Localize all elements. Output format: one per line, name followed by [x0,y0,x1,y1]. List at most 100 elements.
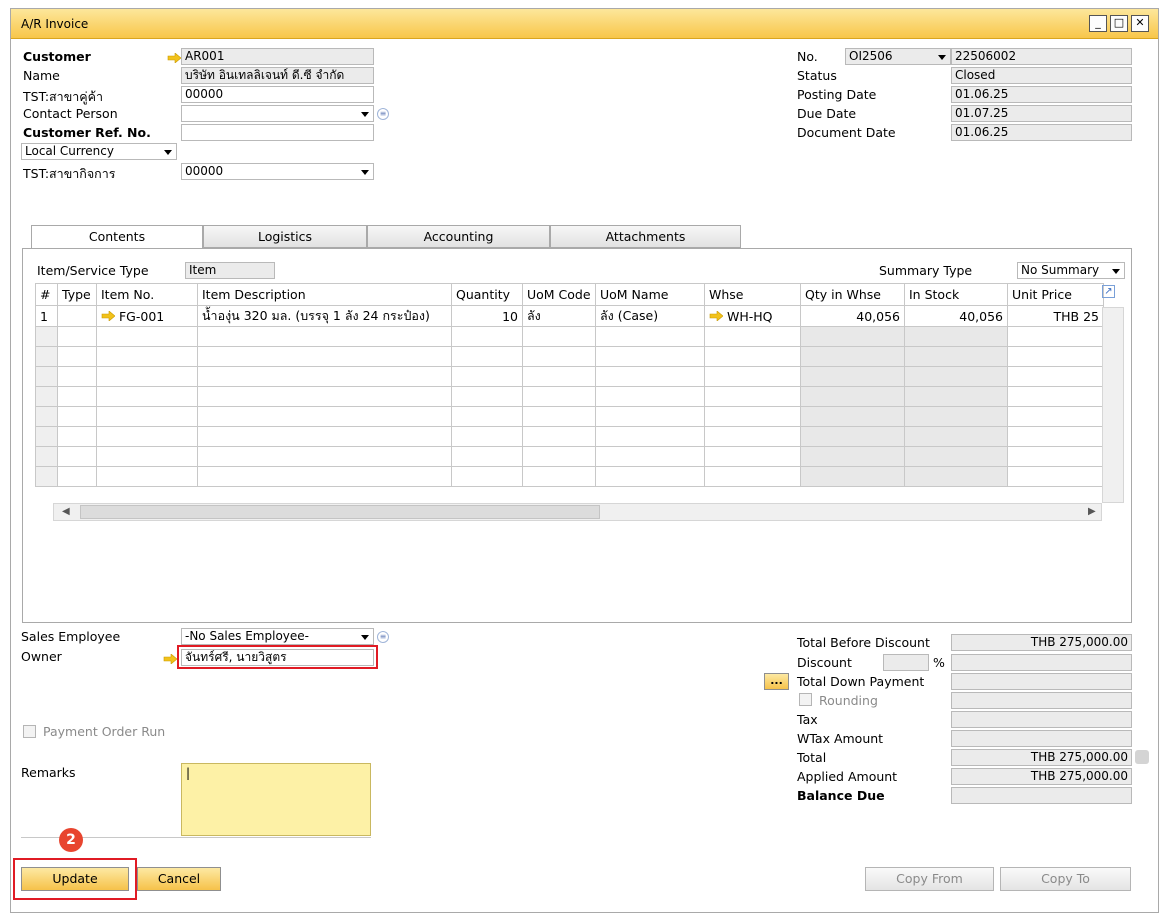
balance-due-field[interactable] [951,787,1132,804]
business-branch-label: TST:สาขากิจการ [23,166,116,181]
customer-label: Customer [23,49,91,64]
table-row[interactable] [35,366,1104,387]
row-uom-code[interactable]: ลัง [522,305,596,327]
scroll-right-icon[interactable]: ▶ [1088,506,1096,517]
sales-employee-select[interactable]: -No Sales Employee- [181,628,374,645]
applied-amount-label: Applied Amount [797,769,898,784]
expand-icon[interactable]: ↗ [1102,285,1115,298]
col-header-whse[interactable]: Whse [704,283,801,306]
item-grid: # Type Item No. Item Description Quantit… [35,283,1104,487]
col-header-item-no[interactable]: Item No. [96,283,198,306]
grid-header-row: # Type Item No. Item Description Quantit… [35,283,1104,306]
row-whse-cell[interactable]: WH-HQ [704,305,801,327]
row-quantity[interactable]: 10 [451,305,523,327]
document-date-label: Document Date [797,125,896,140]
link-arrow-icon[interactable] [101,309,116,322]
copy-to-button[interactable]: Copy To [1000,867,1131,891]
link-arrow-icon[interactable] [167,53,181,63]
link-arrow-icon[interactable] [163,654,177,664]
table-row[interactable]: 1 FG-001 น้ำองุ่น 320 มล. (บรรจุ 1 ลัง 2… [35,305,1104,327]
status-field[interactable]: Closed [951,67,1132,84]
due-date-field[interactable]: 01.07.25 [951,105,1132,122]
summary-type-label: Summary Type [879,263,973,278]
row-item-no: FG-001 [118,308,165,324]
posting-date-label: Posting Date [797,87,877,102]
series-select[interactable]: OI2506 [845,48,951,65]
tab-contents[interactable]: Contents [31,225,203,249]
link-arrow-icon[interactable] [709,309,724,322]
table-row[interactable] [35,466,1104,487]
rounding-field[interactable] [951,692,1132,709]
due-date-label: Due Date [797,106,857,121]
col-header-in-stock[interactable]: In Stock [904,283,1008,306]
contact-person-select[interactable] [181,105,374,122]
col-header-number[interactable]: # [35,283,58,306]
col-header-unit-price[interactable]: Unit Price [1007,283,1104,306]
partner-branch-field[interactable]: 00000 [181,86,374,103]
cancel-button[interactable]: Cancel [137,867,221,891]
row-uom-name[interactable]: ลัง (Case) [595,305,705,327]
applied-amount-field[interactable]: THB 275,000.00 [951,768,1132,785]
coins-icon[interactable] [1135,750,1149,764]
down-payment-browse-button[interactable]: ... [764,673,789,690]
tab-attachments[interactable]: Attachments [550,225,741,248]
partner-branch-label: TST:สาขาคู่ค้า [23,89,103,104]
maximize-icon[interactable]: □ [1110,15,1128,32]
summary-type-select[interactable]: No Summary [1017,262,1125,279]
total-down-payment-field[interactable] [951,673,1132,690]
discount-amount-field[interactable] [951,654,1132,671]
total-before-discount-field[interactable]: THB 275,000.00 [951,634,1132,651]
table-row[interactable] [35,406,1104,427]
customer-ref-field[interactable] [181,124,374,141]
tab-logistics[interactable]: Logistics [203,225,367,248]
table-row[interactable] [35,426,1104,447]
total-before-discount-label: Total Before Discount [797,635,930,650]
col-header-quantity[interactable]: Quantity [451,283,523,306]
contact-person-label: Contact Person [23,106,118,121]
title-bar[interactable]: A/R Invoice _ □ ✕ [11,9,1158,39]
minimize-icon[interactable]: _ [1089,15,1107,32]
table-row[interactable] [35,386,1104,407]
close-icon[interactable]: ✕ [1131,15,1149,32]
info-icon[interactable]: ≡ [377,108,389,120]
posting-date-field[interactable]: 01.06.25 [951,86,1132,103]
rounding-checkbox[interactable] [799,693,812,706]
row-item-no-cell[interactable]: FG-001 [96,305,198,327]
window-title: A/R Invoice [21,17,89,31]
wtax-amount-field[interactable] [951,730,1132,747]
vertical-scrollbar[interactable] [1102,307,1124,503]
tab-accounting[interactable]: Accounting [367,225,550,248]
info-icon[interactable]: ≡ [377,631,389,643]
row-item-description[interactable]: น้ำองุ่น 320 มล. (บรรจุ 1 ลัง 24 กระป๋อง… [197,305,452,327]
scroll-thumb[interactable] [80,505,600,519]
col-header-qty-in-whse[interactable]: Qty in Whse [800,283,905,306]
discount-percent-field[interactable] [883,654,929,671]
table-row[interactable] [35,346,1104,367]
row-whse: WH-HQ [726,308,773,324]
item-type-field[interactable]: Item [185,262,275,279]
scroll-left-icon[interactable]: ◀ [62,506,70,517]
table-row[interactable] [35,326,1104,347]
status-label: Status [797,68,837,83]
business-branch-select[interactable]: 00000 [181,163,374,180]
col-header-item-description[interactable]: Item Description [197,283,452,306]
table-row[interactable] [35,446,1104,467]
copy-from-button[interactable]: Copy From [865,867,994,891]
row-type[interactable] [57,305,97,327]
col-header-uom-name[interactable]: UoM Name [595,283,705,306]
document-date-field[interactable]: 01.06.25 [951,124,1132,141]
col-header-uom-code[interactable]: UoM Code [522,283,596,306]
col-header-type[interactable]: Type [57,283,97,306]
row-number: 1 [35,305,58,327]
row-unit-price[interactable]: THB 25 [1007,305,1104,327]
horizontal-scrollbar[interactable]: ◀ ▶ [53,503,1102,521]
sales-employee-label: Sales Employee [21,629,121,644]
tax-field[interactable] [951,711,1132,728]
remarks-textarea[interactable]: | [181,763,371,836]
doc-number-field[interactable]: 22506002 [951,48,1132,65]
currency-select[interactable]: Local Currency [21,143,177,160]
customer-field[interactable]: AR001 [181,48,374,65]
total-field[interactable]: THB 275,000.00 [951,749,1132,766]
payment-order-run-checkbox[interactable] [23,725,36,738]
name-field[interactable]: บริษัท อินเทลลิเจนท์ ดี.ซี จำกัด [181,67,374,84]
